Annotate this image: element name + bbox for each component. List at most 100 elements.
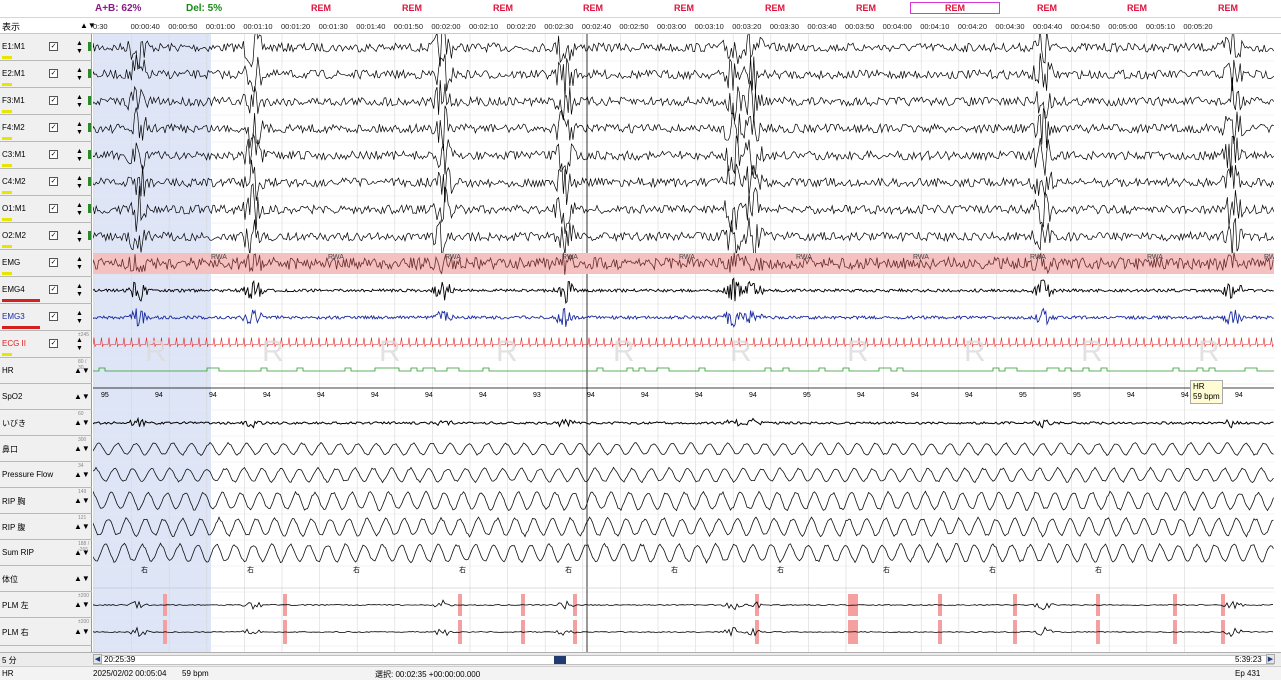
gain-stepper-icon[interactable]: ▲▼ [74,175,85,191]
time-tick-label: 00:05:10 [1145,22,1175,31]
sleep-stage-label[interactable]: REM [639,3,729,13]
gain-stepper-icon[interactable]: ▲▼ [74,148,85,164]
gain-stepper-icon[interactable]: ▲▼ [74,496,90,505]
respiration-trace [93,516,1274,538]
sleep-stage-label[interactable]: REM [910,2,1000,14]
channel-visible-checkbox[interactable]: ✓ [49,69,58,78]
gain-stepper-icon[interactable]: ▲▼ [74,444,90,453]
channel-name[interactable]: ECG II [2,339,26,348]
channel-visible-checkbox[interactable]: ✓ [49,204,58,213]
respiration-trace [93,542,1274,564]
status-hr: 59 bpm [182,669,209,678]
channel-name[interactable]: E2:M1 [2,69,25,78]
channel-name[interactable]: PLM 右 [2,627,29,638]
channel-name[interactable]: EMG4 [2,285,25,294]
channel-visible-checkbox[interactable]: ✓ [49,42,58,51]
channel-name[interactable]: E1:M1 [2,42,25,51]
time-tick-label: 00:01:20 [281,22,311,31]
channel-name[interactable]: C4:M2 [2,177,26,186]
channel-name[interactable]: 体位 [2,574,18,585]
gain-stepper-icon[interactable]: ▲▼ [74,522,90,531]
channel-name[interactable]: RIP 腹 [2,522,25,533]
channel-name[interactable]: C3:M1 [2,150,26,159]
channel-name[interactable]: Pressure Flow [2,470,53,479]
gain-stepper-icon[interactable]: ▲▼ [74,627,90,636]
gain-stepper-icon[interactable]: ▲▼ [74,202,85,218]
scroll-right-icon[interactable]: ▶ [1266,654,1275,664]
channel-visible-checkbox[interactable]: ✓ [49,258,58,267]
gain-stepper-icon[interactable]: ▲▼ [74,121,85,137]
time-tick-label: 00:01:40 [356,22,386,31]
channel-visible-checkbox[interactable]: ✓ [49,96,58,105]
channel-visible-checkbox[interactable]: ✓ [49,231,58,240]
sleep-stage-label[interactable]: REM [1183,3,1273,13]
channel-gain-indicator [88,177,91,186]
gain-stepper-icon[interactable]: ▲▼ [74,470,90,479]
gain-stepper-icon[interactable]: ▲▼ [74,40,85,56]
channel-name[interactable]: EMG3 [2,312,25,321]
spo2-value: 94 [695,392,703,399]
sleep-stage-label[interactable]: REM [458,3,548,13]
channel-name[interactable]: F3:M1 [2,96,25,105]
spo2-value: 95 [1073,392,1081,399]
timeline-scroll-thumb[interactable] [551,656,569,664]
channel-visible-checkbox[interactable]: ✓ [49,150,58,159]
gain-stepper-icon[interactable]: ▲▼ [74,574,90,583]
timeline-scrollbar[interactable] [93,655,1274,665]
gain-stepper-icon[interactable]: ▲▼ [74,392,90,401]
time-tick-label: 00:01:30 [318,22,348,31]
rwa-label: RWA [562,254,578,261]
sleep-stage-label[interactable]: REM [1092,3,1182,13]
sleep-stage-label[interactable]: REM [821,3,911,13]
status-bar: HR 2025/02/02 00:05:04 59 bpm 選択: 00:02:… [0,666,1281,680]
channel-visible-checkbox[interactable]: ✓ [49,285,58,294]
channel-row: SpO2 ▲▼ [0,384,92,410]
channel-name[interactable]: SpO2 [2,392,22,401]
channel-name[interactable]: 鼻口 [2,444,18,455]
channel-level-bar [2,110,12,113]
gain-stepper-icon[interactable]: ▲▼ [74,256,85,272]
channel-name[interactable]: O1:M1 [2,204,26,213]
time-tick-label: 00:02:10 [469,22,499,31]
spo2-value: 94 [965,392,973,399]
channel-row: F4:M2 ✓ ▲ ▼ [0,115,92,142]
signal-traces[interactable]: RWA RWA RWA RWA RWA RWA RWA RWA RWA RWA R R R R R R R R R R… [93,34,1274,652]
time-tick-label: 00:02:30 [544,22,574,31]
gain-stepper-icon[interactable]: ▲▼ [74,283,85,299]
end-time: 5:39:23 [1235,655,1262,664]
spo2-value: 95 [803,392,811,399]
scroll-left-icon[interactable]: ◀ [93,654,102,664]
trace-canvas[interactable]: RWA RWA RWA RWA RWA RWA RWA RWA RWA RWA R R R R R R R R R R… [93,34,1274,652]
channel-level-bar [2,245,12,248]
channel-name[interactable]: いびき [2,418,26,429]
channel-visible-checkbox[interactable]: ✓ [49,177,58,186]
gain-stepper-icon[interactable]: ▲▼ [74,418,90,427]
sleep-stage-label[interactable]: REM [730,3,820,13]
gain-stepper-icon[interactable]: ▲▼ [74,337,85,353]
gain-stepper-icon[interactable]: ▲▼ [74,600,90,609]
epoch-length[interactable]: 5 分 [2,655,17,666]
channel-name[interactable]: EMG [2,258,20,267]
spo2-value: 94 [1181,392,1189,399]
sleep-stage-label[interactable]: REM [548,3,638,13]
channel-visible-checkbox[interactable]: ✓ [49,123,58,132]
channel-name[interactable]: Sum RIP [2,548,34,557]
channel-name[interactable]: O2:M2 [2,231,26,240]
sleep-stage-label[interactable]: REM [276,3,366,13]
channel-visible-checkbox[interactable]: ✓ [49,339,58,348]
gain-stepper-icon[interactable]: ▲▼ [74,229,85,245]
channel-name[interactable]: F4:M2 [2,123,25,132]
sleep-stage-label[interactable]: REM [367,3,457,13]
channel-scale-label: ±245 [78,332,90,338]
gain-stepper-icon[interactable]: ▲▼ [74,67,85,83]
channel-name[interactable]: HR [2,366,14,375]
sleep-stage-label[interactable]: REM [1002,3,1092,13]
channel-visible-checkbox[interactable]: ✓ [49,312,58,321]
rwa-label: RWA [445,254,461,261]
channel-level-bar [2,353,12,356]
channel-name[interactable]: PLM 左 [2,600,29,611]
gain-stepper-icon[interactable]: ▲▼ [74,310,85,326]
channel-name[interactable]: RIP 胸 [2,496,25,507]
gain-stepper-icon[interactable]: ▲▼ [74,94,85,110]
scroll-bar-row: 5 分 ◀ 20:25:39 5:39:23 ▶ [0,652,1281,666]
